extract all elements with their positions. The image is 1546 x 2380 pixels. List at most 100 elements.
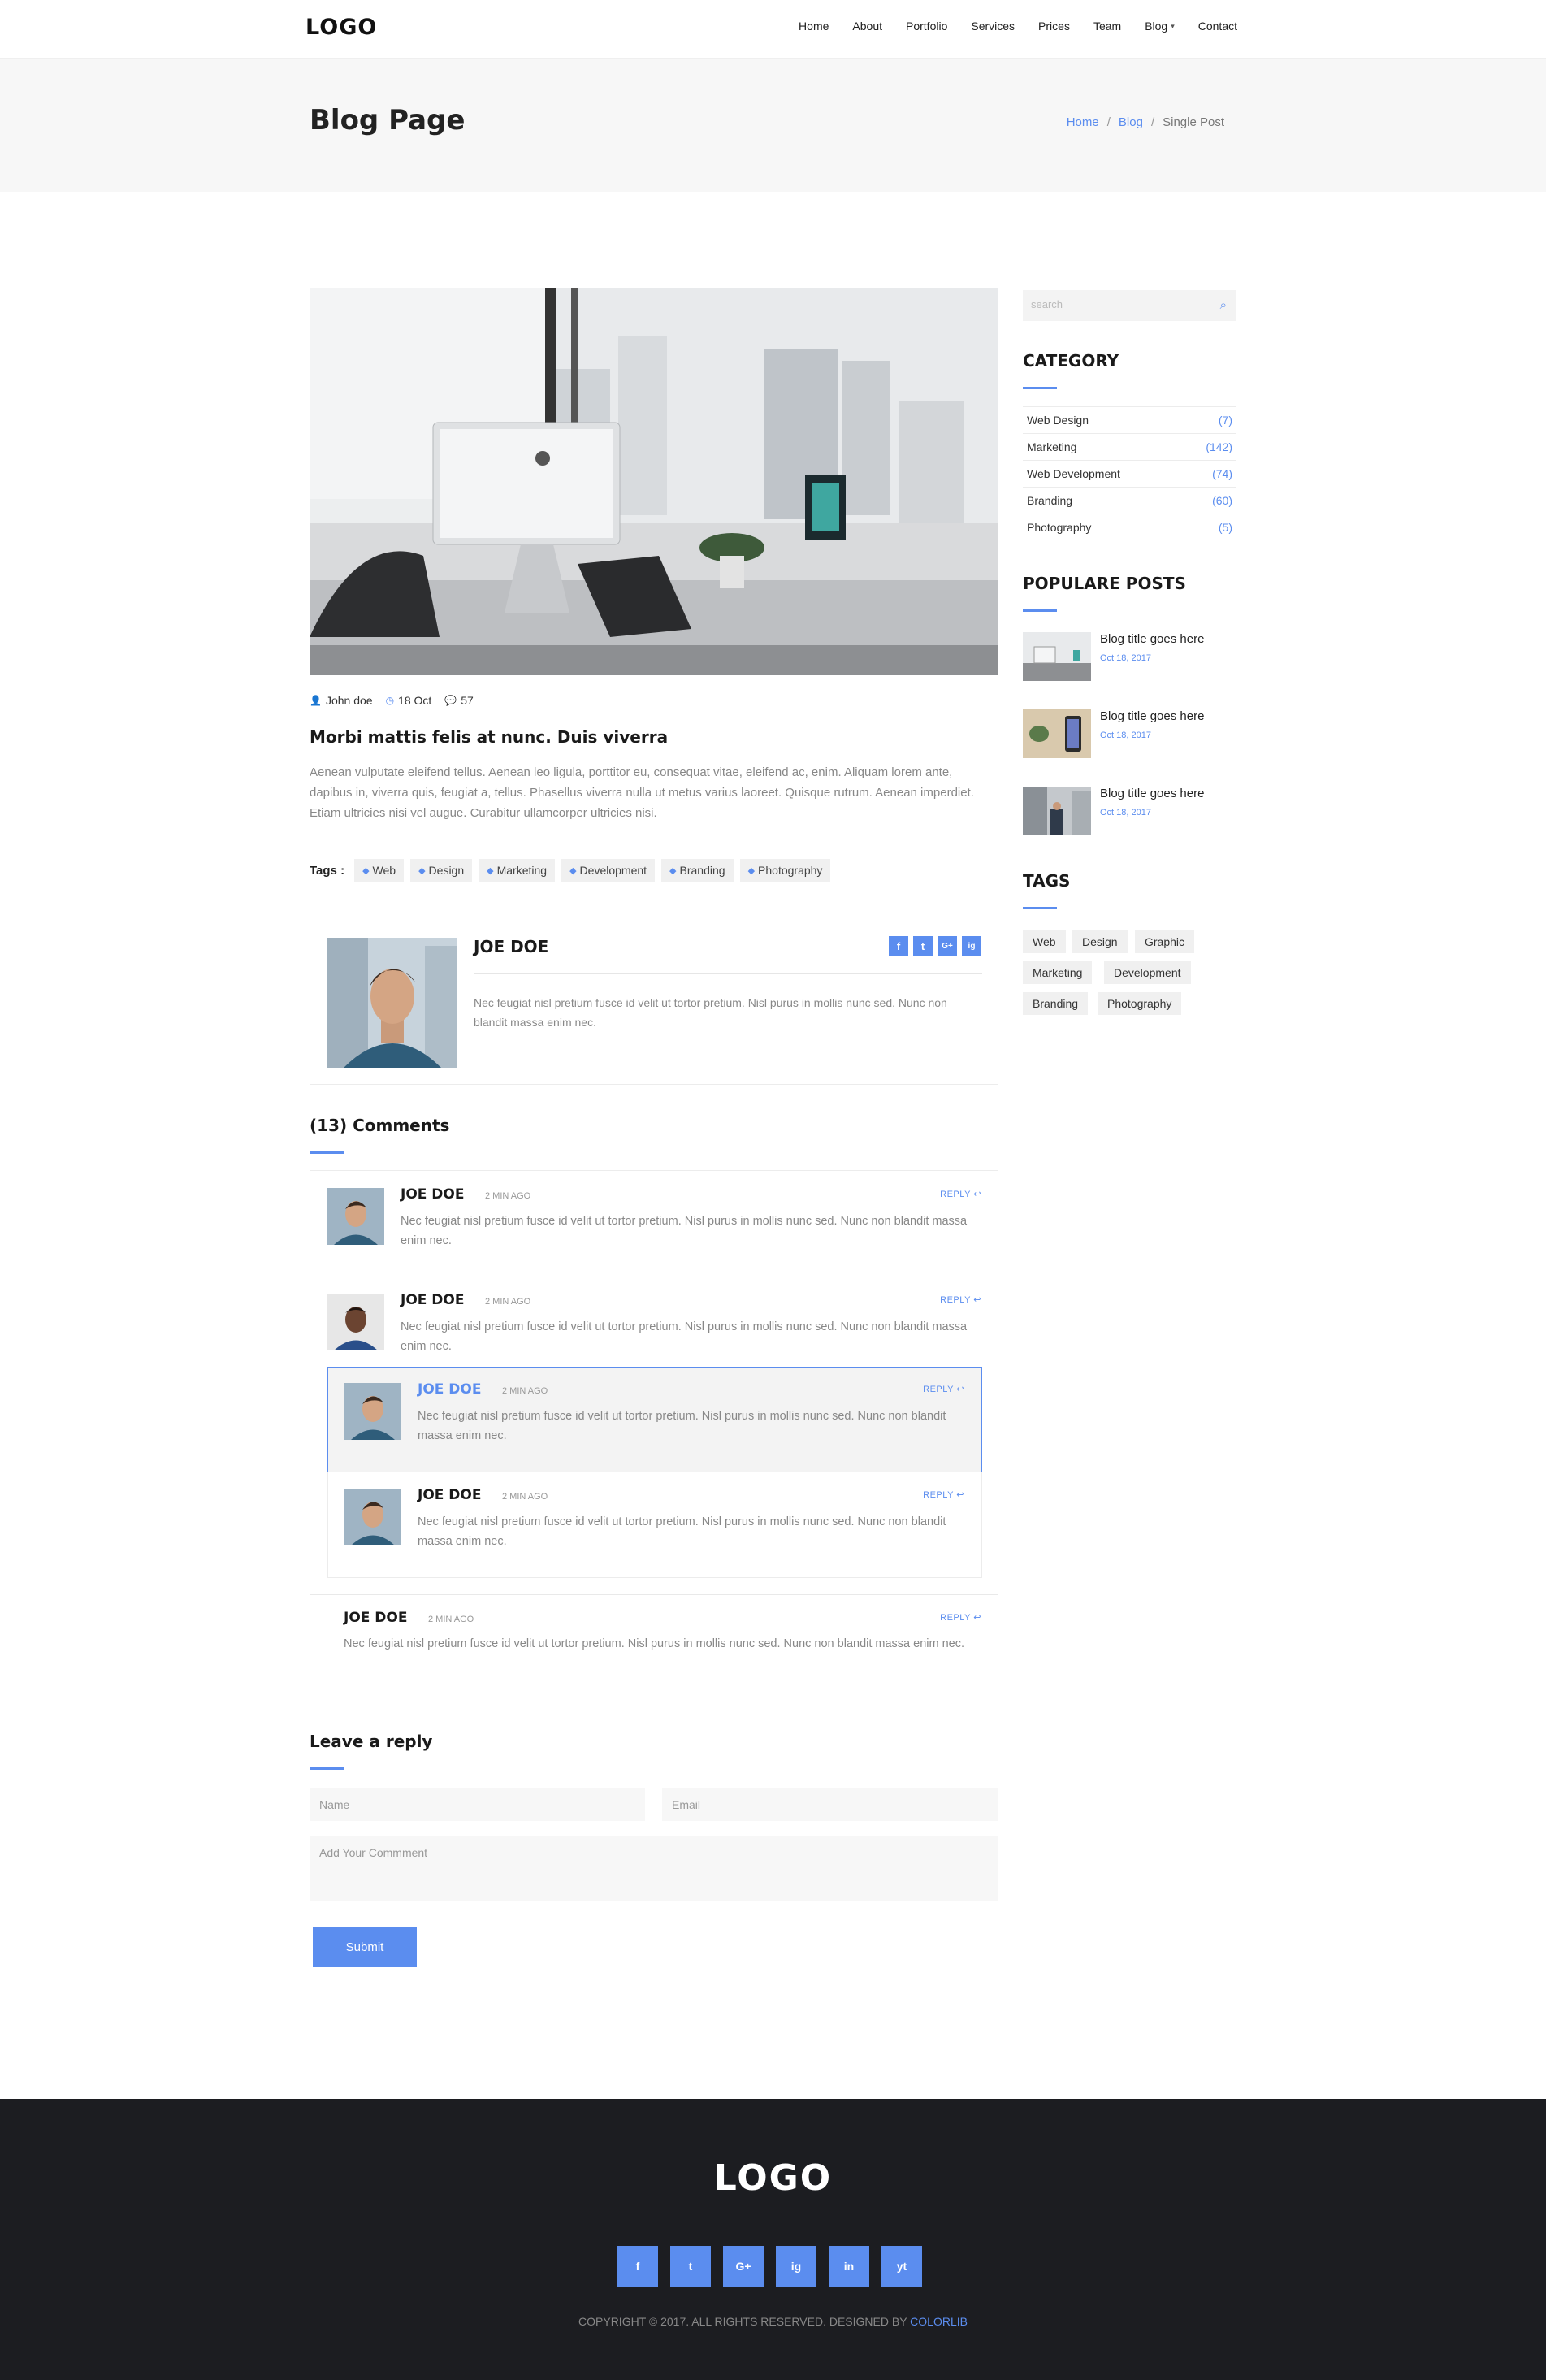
category-count: (142) xyxy=(1206,440,1232,453)
comment-time: 2 MIN AGO xyxy=(502,1386,548,1396)
nav-about[interactable]: About xyxy=(852,20,882,33)
clock-icon: ◷ xyxy=(385,695,395,706)
category-item[interactable]: Marketing (142) xyxy=(1023,433,1236,460)
tag-photography[interactable]: ◆ Photography xyxy=(739,859,831,882)
comment-text: Nec feugiat nisl pretium fusce id velit … xyxy=(418,1515,946,1548)
reply-icon: ↩ xyxy=(973,1613,981,1623)
google-plus-icon[interactable]: G+ xyxy=(723,2246,764,2287)
tag-icon: ◆ xyxy=(569,865,577,876)
instagram-icon[interactable]: ig xyxy=(776,2246,816,2287)
name-field[interactable]: Name xyxy=(310,1788,645,1821)
youtube-icon[interactable]: yt xyxy=(881,2246,922,2287)
linkedin-icon[interactable]: in xyxy=(829,2246,869,2287)
category-count: (74) xyxy=(1212,467,1232,480)
nav-team[interactable]: Team xyxy=(1093,20,1121,33)
tag-branding[interactable]: ◆ Branding xyxy=(661,859,734,882)
tag-marketing[interactable]: ◆ Marketing xyxy=(479,859,556,882)
popular-posts-title: POPULARE POSTS xyxy=(1023,574,1186,593)
popular-post-title: Blog title goes here xyxy=(1100,787,1205,800)
comment-author: JOE DOE xyxy=(401,1292,465,1308)
twitter-icon[interactable]: t xyxy=(670,2246,711,2287)
twitter-icon[interactable]: t xyxy=(913,936,933,956)
avatar xyxy=(344,1489,401,1545)
avatar-image xyxy=(344,1489,401,1545)
submit-button[interactable]: Submit xyxy=(313,1927,417,1967)
tag-development[interactable]: ◆ Development xyxy=(561,859,656,882)
sidebar-tag-photography[interactable]: Photography xyxy=(1098,992,1182,1015)
thumbnail-image xyxy=(1023,787,1091,835)
tag-label: Photography xyxy=(758,864,823,877)
post-author[interactable]: 👤 John doe xyxy=(310,694,373,707)
sidebar-tag-design[interactable]: Design xyxy=(1072,930,1128,953)
category-name: Marketing xyxy=(1027,440,1077,453)
tag-icon: ◆ xyxy=(747,865,756,876)
comment-time: 2 MIN AGO xyxy=(485,1297,531,1307)
reply-icon: ↩ xyxy=(956,1490,964,1500)
category-name: Web Development xyxy=(1027,467,1120,480)
popular-posts-title-underline xyxy=(1023,609,1057,612)
reply-form-title: Leave a reply xyxy=(310,1732,433,1751)
category-item[interactable]: Web Design (7) xyxy=(1023,406,1236,433)
office-desk-photo xyxy=(310,288,998,675)
sidebar-tag-branding[interactable]: Branding xyxy=(1023,992,1089,1015)
search-icon[interactable]: ⌕ xyxy=(1220,298,1227,312)
comment-textarea[interactable]: Add Your Commment xyxy=(310,1836,998,1901)
search-box[interactable]: search ⌕ xyxy=(1023,290,1236,321)
nav-contact[interactable]: Contact xyxy=(1198,20,1237,33)
category-item[interactable]: Branding (60) xyxy=(1023,487,1236,514)
comments-list: JOE DOE 2 MIN AGO REPLY ↩ Nec feugiat ni… xyxy=(310,1170,998,1702)
author-bio: Nec feugiat nisl pretium fusce id velit … xyxy=(474,996,947,1029)
post-meta: 👤 John doe ◷ 18 Oct 💬 57 xyxy=(310,694,474,707)
site-logo[interactable]: LOGO xyxy=(305,15,377,40)
sidebar-tag-graphic[interactable]: Graphic xyxy=(1135,930,1195,953)
category-name: Web Design xyxy=(1027,414,1089,427)
sidebar-tag-web[interactable]: Web xyxy=(1023,930,1066,953)
post-comments-count[interactable]: 💬 57 xyxy=(444,694,474,707)
page-title: Blog Page xyxy=(310,104,466,137)
reply-button[interactable]: REPLY ↩ xyxy=(923,1489,964,1500)
tag-label: Design xyxy=(428,864,465,877)
reply-label: REPLY xyxy=(923,1490,954,1500)
reply-button[interactable]: REPLY ↩ xyxy=(940,1189,981,1199)
comment-author: JOE DOE xyxy=(418,1381,482,1398)
nav-blog[interactable]: Blog ▾ xyxy=(1145,20,1175,33)
comment-divider xyxy=(310,1594,998,1595)
nav-portfolio[interactable]: Portfolio xyxy=(906,20,947,33)
footer-logo[interactable]: LOGO xyxy=(0,2157,1546,2199)
tags-title: TAGS xyxy=(1023,871,1071,891)
reply-button[interactable]: REPLY ↩ xyxy=(940,1294,981,1305)
sidebar-tag-marketing[interactable]: Marketing xyxy=(1023,961,1093,984)
breadcrumb-blog[interactable]: Blog xyxy=(1119,115,1143,129)
instagram-icon[interactable]: ig xyxy=(962,936,981,956)
reply-label: REPLY xyxy=(923,1385,954,1394)
reply-button[interactable]: REPLY ↩ xyxy=(940,1612,981,1623)
category-item[interactable]: Photography (5) xyxy=(1023,514,1236,540)
search-input[interactable]: search xyxy=(1031,298,1063,310)
category-item[interactable]: Web Development (74) xyxy=(1023,460,1236,487)
reply-button[interactable]: REPLY ↩ xyxy=(923,1384,964,1394)
tag-icon: ◆ xyxy=(362,865,370,876)
tag-web[interactable]: ◆ Web xyxy=(354,859,405,882)
tag-label: Marketing xyxy=(496,864,548,877)
footer: LOGO f t G+ ig in yt COPYRIGHT © 2017. A… xyxy=(0,2099,1546,2380)
author-name: JOE DOE xyxy=(474,937,549,956)
nav-services[interactable]: Services xyxy=(971,20,1015,33)
author-divider xyxy=(474,973,982,974)
designer-link[interactable]: COLORLIB xyxy=(910,2315,968,2328)
popular-post-date: Oct 18, 2017 xyxy=(1100,653,1151,663)
breadcrumb-home[interactable]: Home xyxy=(1067,115,1099,129)
tag-design[interactable]: ◆ Design xyxy=(410,859,473,882)
google-plus-icon[interactable]: G+ xyxy=(938,936,957,956)
user-icon: 👤 xyxy=(310,695,322,706)
nav-home[interactable]: Home xyxy=(799,20,829,33)
post-body: Aenean vulputate eleifend tellus. Aenean… xyxy=(310,765,974,820)
tag-label: Development xyxy=(579,864,647,877)
avatar xyxy=(327,1188,384,1245)
facebook-icon[interactable]: f xyxy=(889,936,908,956)
facebook-icon[interactable]: f xyxy=(617,2246,658,2287)
nav-prices[interactable]: Prices xyxy=(1038,20,1070,33)
email-field[interactable]: Email xyxy=(662,1788,998,1821)
comment-text: Nec feugiat nisl pretium fusce id velit … xyxy=(401,1215,968,1247)
sidebar-tag-development[interactable]: Development xyxy=(1104,961,1191,984)
popular-post-thumbnail xyxy=(1023,709,1091,758)
